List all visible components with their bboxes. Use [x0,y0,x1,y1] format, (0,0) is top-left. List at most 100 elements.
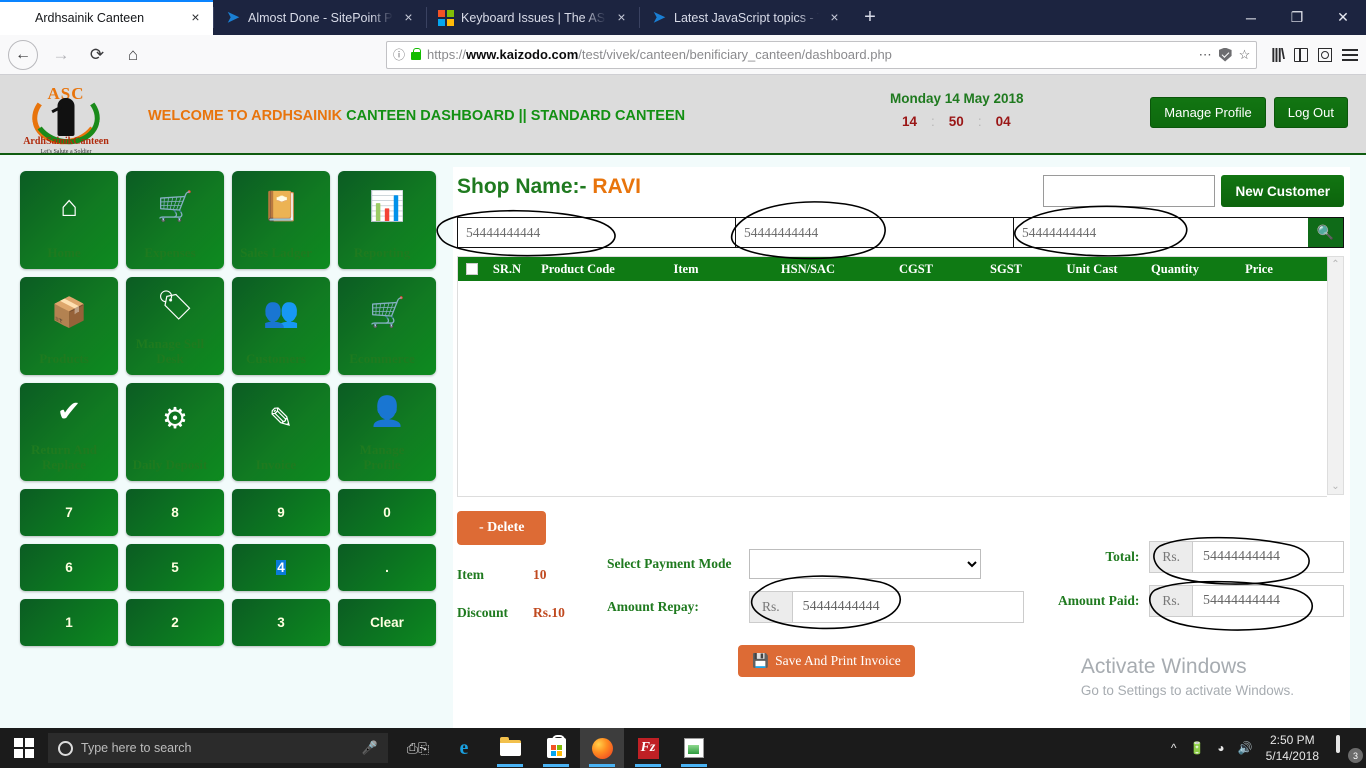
back-button[interactable]: ← [8,39,38,70]
browser-tab-3[interactable]: ➤ Latest JavaScript topics - The Si × [639,0,852,35]
tab-close-icon[interactable]: × [187,9,204,26]
browser-tab-1[interactable]: ➤ Almost Done - SitePoint Premiu × [213,0,426,35]
keypad-key-9[interactable]: 9 [232,489,330,536]
taskbar-search-input[interactable]: Type here to search 🎤 [48,733,388,763]
browser-tabstrip: Ardhsainik Canteen × ➤ Almost Done - Sit… [0,0,1366,35]
sidebar-item-manage-sell-desk[interactable]: 🏷 Manage Sell Desk [126,277,224,375]
tray-clock[interactable]: 2:50 PM 5/14/2018 [1266,732,1319,764]
column-header-unit-cast: Unit Cast [1066,261,1118,276]
logout-button[interactable]: Log Out [1273,97,1348,128]
table-scrollbar[interactable]: ⌃ ⌄ [1327,256,1344,495]
tab-favicon [12,10,28,26]
customer-input[interactable] [1043,175,1216,207]
volume-icon[interactable]: 🔊 [1238,741,1253,755]
keypad-key-0[interactable]: 0 [338,489,436,536]
delete-button[interactable]: - Delete [457,511,547,545]
browser-tab-0[interactable]: Ardhsainik Canteen × [0,0,213,35]
watermark-subtitle: Go to Settings to activate Windows. [1080,683,1294,698]
keypad-key-4[interactable]: 4 [232,544,330,591]
keypad-key-1[interactable]: 1 [20,599,118,646]
wifi-icon[interactable]: ◕ [1217,741,1224,755]
cart-up-icon: 🛒 [156,191,194,224]
sidebar-item-expenses[interactable]: 🛒 Expenses [126,171,224,269]
sidebar-item-manage-profile[interactable]: 👤 Manage Profile [338,383,436,481]
keypad-key-6[interactable]: 6 [20,544,118,591]
sidebar-item-customers[interactable]: 👥 Customers [232,277,330,375]
key-label: 7 [65,505,73,520]
keypad-key-dot[interactable]: . [338,544,436,591]
minimize-button[interactable]: ─ [1228,0,1274,35]
maximize-button[interactable]: ❐ [1274,0,1320,35]
new-customer-button[interactable]: New Customer [1221,175,1344,207]
search-field-2[interactable] [736,218,1014,247]
url-bar[interactable]: ⓘ https://www.kaizodo.com/test/vivek/can… [386,40,1258,69]
keypad-key-clear[interactable]: Clear [338,599,436,646]
file-explorer-icon[interactable] [488,728,532,768]
shield-icon[interactable] [1218,47,1232,62]
sidebar-item-daily-deposit[interactable]: ⚙ Daily Deposit [126,383,224,481]
tile-label: Customers [246,351,306,367]
keypad-key-8[interactable]: 8 [126,489,224,536]
sidebar-item-sales-ladger[interactable]: 📔 Sales Ladger [232,171,330,269]
sidebar-item-return-and-replace[interactable]: ✔ Return And Replace [20,383,118,481]
home-button[interactable]: ⌂ [116,40,150,70]
new-tab-button[interactable]: + [852,0,888,35]
amount-paid-group: Rs. [1149,585,1344,617]
sidebar-item-products[interactable]: 📦 Products [20,277,118,375]
search-field-3[interactable] [1014,218,1308,247]
menu-icon[interactable] [1342,48,1358,61]
sidebar-item-reporting[interactable]: 📊 Reporting [338,171,436,269]
forward-button[interactable]: → [44,40,78,70]
notification-center-icon[interactable]: 3 [1336,735,1363,763]
microphone-icon[interactable]: 🎤 [362,740,378,756]
tab-close-icon[interactable]: × [613,9,630,26]
window-close-button[interactable]: ✕ [1320,0,1366,35]
microsoft-store-icon[interactable] [534,728,578,768]
soldier-icon [57,98,75,136]
battery-icon[interactable]: 🔋 [1189,741,1204,755]
tile-label: Reporting [353,245,411,261]
amount-paid-input[interactable] [1192,585,1344,617]
keypad-key-2[interactable]: 2 [126,599,224,646]
scroll-up-icon[interactable]: ⌃ [1331,259,1339,270]
items-table: SR.N Product Code Item HSN/SAC CGST SGST… [457,256,1327,497]
bookmark-star-icon[interactable]: ☆ [1239,47,1251,63]
save-and-print-invoice-button[interactable]: 💾 Save And Print Invoice [738,645,915,677]
column-header-srn: SR.N [492,261,522,276]
tab-close-icon[interactable]: × [826,9,843,26]
keypad-key-3[interactable]: 3 [232,599,330,646]
select-all-checkbox[interactable] [466,263,478,275]
sidebar-item-home[interactable]: ⌂ Home [20,171,118,269]
tab-close-icon[interactable]: × [400,9,417,26]
payment-mode-select[interactable] [749,549,981,579]
sidebar-icon[interactable] [1294,47,1308,62]
reload-button[interactable]: ⟳ [80,40,114,70]
library-icon[interactable]: |||\ [1271,46,1285,63]
browser-tab-2[interactable]: Keyboard Issues | The ASP.NET × [426,0,639,35]
manage-profile-button[interactable]: Manage Profile [1150,97,1266,128]
start-button[interactable] [0,728,48,768]
search-icon[interactable]: 🔍 [1308,218,1343,247]
amount-repay-input[interactable] [791,591,1024,623]
page-info-icon[interactable]: ⓘ [393,46,405,63]
app-header: ASC ArdhSainikCanteen Let's Salute a Sol… [0,75,1366,155]
filezilla-icon[interactable]: Fz [626,728,670,768]
show-hidden-icons-icon[interactable]: ^ [1171,741,1177,755]
total-input[interactable] [1192,541,1344,573]
column-header-hsn-sac: HSN/SAC [780,261,836,276]
keypad-key-7[interactable]: 7 [20,489,118,536]
tile-label: Home [47,245,81,261]
sidebar-item-ecommerce[interactable]: 🛒 Ecommerce [338,277,436,375]
edge-icon[interactable]: e [442,728,486,768]
notepad-plus-icon[interactable] [672,728,716,768]
items-table-wrap: SR.N Product Code Item HSN/SAC CGST SGST… [457,256,1344,497]
sidebar-item-invoice[interactable]: ✎ Invoice [232,383,330,481]
current-date: Monday 14 May 2018 [890,91,1024,106]
task-view-icon[interactable]: ⎙⎘ [396,728,440,768]
keypad-key-5[interactable]: 5 [126,544,224,591]
screenshot-icon[interactable] [1318,47,1332,62]
firefox-icon[interactable] [580,728,624,768]
page-actions-icon[interactable]: ⋯ [1199,47,1212,63]
scroll-down-icon[interactable]: ⌄ [1331,481,1339,492]
search-field-1[interactable] [458,218,736,247]
